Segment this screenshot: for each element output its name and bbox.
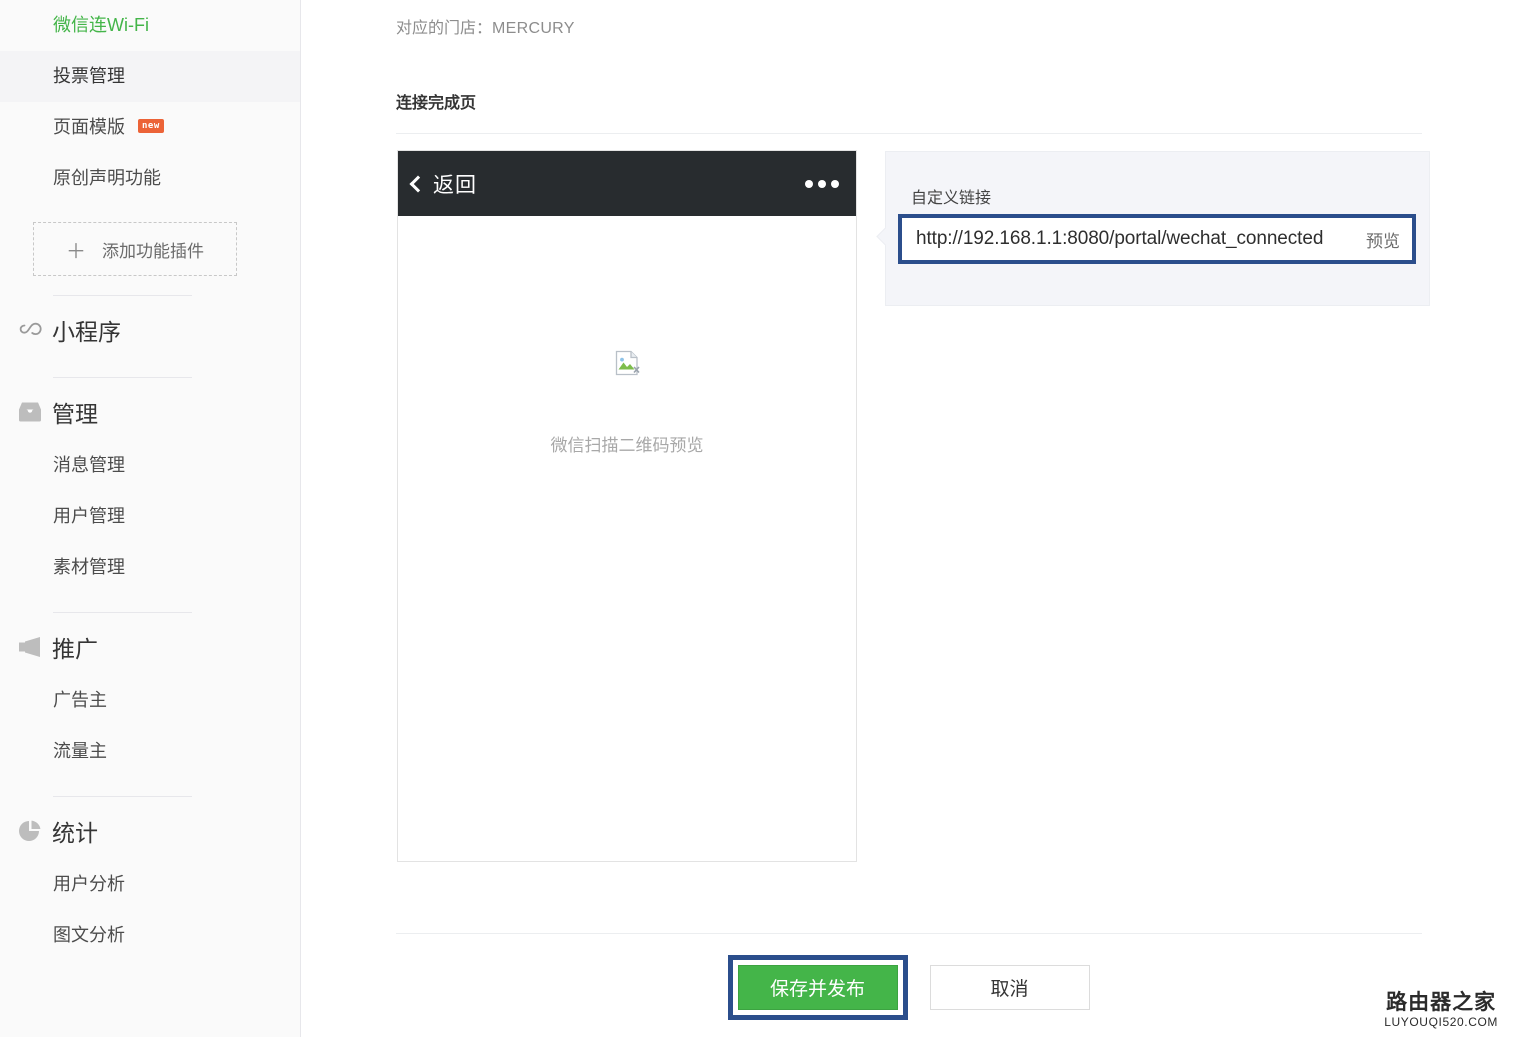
back-label: 返回 (433, 173, 477, 197)
pie-chart-icon (8, 818, 52, 844)
main-content: 对应的门店：MERCURY 连接完成页 返回 微信扫描二维码预览 自定义链接 h… (301, 0, 1516, 1037)
sidebar-item-advertiser[interactable]: 广告主 (0, 675, 300, 726)
watermark: 路由器之家 LUYOUQI520.COM (1384, 991, 1498, 1029)
sidebar-item-label: 消息管理 (53, 455, 125, 475)
page-root: 微信连Wi-Fi 投票管理 页面模版 new 原创声明功能 ＋ 添加功能插件 小… (0, 0, 1516, 1037)
form-actions: 保存并发布 取消 (301, 955, 1516, 1020)
back-button[interactable]: 返回 (409, 169, 477, 199)
add-plugin-label: 添加功能插件 (102, 241, 204, 261)
inbox-icon (8, 400, 52, 424)
store-name: MERCURY (492, 20, 575, 37)
custom-link-label: 自定义链接 (911, 190, 992, 207)
custom-link-field-wrapper[interactable]: 预览 (898, 214, 1416, 264)
miniprogram-icon (8, 315, 52, 345)
watermark-en: LUYOUQI520.COM (1384, 1015, 1498, 1029)
sidebar-divider (53, 295, 192, 296)
preview-link[interactable]: 预览 (1366, 227, 1400, 252)
sidebar-item-label: 图文分析 (53, 925, 125, 945)
sidebar-group-statistics[interactable]: 统计 (0, 803, 300, 859)
sidebar-item-label: 用户分析 (53, 874, 125, 894)
watermark-cn: 路由器之家 (1386, 991, 1497, 1014)
sidebar-group-label: 小程序 (52, 319, 121, 345)
sidebar-item-material-management[interactable]: 素材管理 (0, 542, 300, 593)
sidebar-item-label: 原创声明功能 (53, 168, 161, 188)
sidebar-group-management[interactable]: 管理 (0, 384, 300, 440)
store-line: 对应的门店：MERCURY (396, 14, 575, 38)
phone-titlebar: 返回 (398, 151, 856, 216)
sidebar-item-traffic-owner[interactable]: 流量主 (0, 726, 300, 777)
new-badge: new (138, 119, 164, 134)
sidebar-divider (53, 796, 192, 797)
dot (805, 179, 813, 188)
sidebar-group-label: 统计 (52, 820, 98, 846)
sidebar-group-label: 推广 (52, 636, 98, 662)
section-title: 连接完成页 (396, 95, 477, 112)
sidebar-item-label: 流量主 (53, 741, 107, 761)
sidebar: 微信连Wi-Fi 投票管理 页面模版 new 原创声明功能 ＋ 添加功能插件 小… (0, 0, 301, 1037)
sidebar-item-article-analysis[interactable]: 图文分析 (0, 910, 300, 961)
custom-link-input[interactable] (916, 228, 1356, 250)
sidebar-item-label: 广告主 (53, 690, 107, 710)
sidebar-divider (53, 612, 192, 613)
more-dots-icon[interactable] (805, 179, 839, 188)
add-plugin-button[interactable]: ＋ 添加功能插件 (33, 222, 237, 276)
sidebar-item-page-template[interactable]: 页面模版 new (0, 102, 300, 153)
phone-body: 微信扫描二维码预览 (398, 216, 856, 861)
phone-preview: 返回 微信扫描二维码预览 (397, 150, 857, 862)
sidebar-item-label: 页面模版 (53, 117, 125, 137)
sidebar-group-label: 管理 (52, 401, 98, 427)
sidebar-item-message-management[interactable]: 消息管理 (0, 440, 300, 491)
dot (818, 179, 826, 188)
megaphone-icon (8, 635, 52, 659)
sidebar-item-label: 微信连Wi-Fi (53, 15, 149, 35)
sidebar-item-wechat-wifi[interactable]: 微信连Wi-Fi (0, 0, 300, 51)
dot (831, 179, 839, 188)
cancel-button[interactable]: 取消 (929, 965, 1090, 1010)
sidebar-item-user-management[interactable]: 用户管理 (0, 491, 300, 542)
plus-icon: ＋ (66, 240, 86, 263)
panel-pointer (876, 227, 895, 246)
sidebar-divider (53, 377, 192, 378)
save-button-highlight: 保存并发布 (727, 955, 908, 1020)
sidebar-item-label: 素材管理 (53, 557, 125, 577)
save-and-publish-button[interactable]: 保存并发布 (737, 965, 898, 1010)
custom-link-panel: 自定义链接 预览 (876, 151, 1430, 306)
sidebar-item-vote-management[interactable]: 投票管理 (0, 51, 300, 102)
broken-image-icon (614, 350, 640, 376)
sidebar-item-original-declaration[interactable]: 原创声明功能 (0, 153, 300, 204)
sidebar-item-label: 投票管理 (53, 66, 125, 86)
sidebar-group-promotion[interactable]: 推广 (0, 619, 300, 675)
store-label: 对应的门店： (396, 20, 493, 37)
chevron-left-icon (409, 175, 427, 192)
sidebar-item-label: 用户管理 (53, 506, 125, 526)
sidebar-item-user-analysis[interactable]: 用户分析 (0, 859, 300, 910)
content-divider-bottom (396, 933, 1422, 934)
content-divider-top (396, 133, 1422, 134)
sidebar-group-miniprogram[interactable]: 小程序 (0, 302, 300, 358)
preview-hint-text: 微信扫描二维码预览 (550, 436, 704, 455)
